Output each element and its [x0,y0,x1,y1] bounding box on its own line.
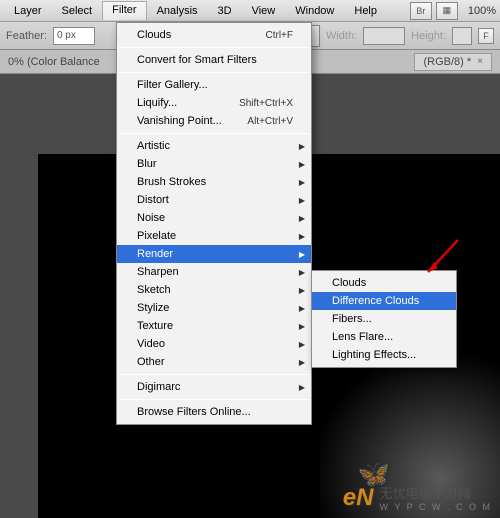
menu-view[interactable]: View [242,2,286,20]
sub-label: Clouds [332,277,438,289]
last-filter-shortcut: Ctrl+F [266,30,294,41]
zoom-level[interactable]: 100% [468,5,496,17]
convert-label: Convert for Smart Filters [137,54,293,66]
width-label: Width: [326,30,357,42]
menu-sketch[interactable]: Sketch [117,281,311,299]
submenu-lighting-effects[interactable]: Lighting Effects... [312,346,456,364]
menu-texture[interactable]: Texture [117,317,311,335]
watermark-url: W Y P C W . C O M [379,502,492,512]
bridge-icon[interactable]: Br [410,2,432,20]
menu-liquify[interactable]: Liquify... Shift+Ctrl+X [117,94,311,112]
group-label: Sharpen [137,266,293,278]
menu-separator [119,374,309,375]
menu-vanishing-point[interactable]: Vanishing Point... Alt+Ctrl+V [117,112,311,130]
group-label: Distort [137,194,293,206]
menu-render[interactable]: Render [117,245,311,263]
menu-blur[interactable]: Blur [117,155,311,173]
feather-label: Feather: [6,30,47,42]
menu-sharpen[interactable]: Sharpen [117,263,311,281]
watermark-logo: eN [343,484,374,512]
height-input [452,27,472,45]
vanishing-label: Vanishing Point... [137,115,247,127]
group-label: Video [137,338,293,350]
watermark: eN 无忧电脑学习网 W Y P C W . C O M [343,483,492,512]
menu-browse-filters[interactable]: Browse Filters Online... [117,403,311,421]
menu-filter-gallery[interactable]: Filter Gallery... [117,76,311,94]
render-submenu: Clouds Difference Clouds Fibers... Lens … [311,270,457,368]
gallery-label: Filter Gallery... [137,79,293,91]
menu-last-filter[interactable]: Clouds Ctrl+F [117,26,311,44]
menu-help[interactable]: Help [344,2,387,20]
sub-label: Lens Flare... [332,331,438,343]
watermark-text: 无忧电脑学习网 [379,483,492,502]
sub-label: Lighting Effects... [332,349,438,361]
menu-analysis[interactable]: Analysis [147,2,208,20]
menu-select[interactable]: Select [52,2,103,20]
menu-distort[interactable]: Distort [117,191,311,209]
status-text: 0% (Color Balance [8,56,100,68]
tab-label: (RGB/8) * [423,56,471,68]
document-tab[interactable]: (RGB/8) * × [414,53,492,71]
group-label: Render [137,248,293,260]
width-input [363,27,405,45]
menu-convert-smart[interactable]: Convert for Smart Filters [117,51,311,69]
sub-label: Difference Clouds [332,295,438,307]
menu-pixelate[interactable]: Pixelate [117,227,311,245]
menu-window[interactable]: Window [285,2,344,20]
group-label: Artistic [137,140,293,152]
group-label: Pixelate [137,230,293,242]
menu-video[interactable]: Video [117,335,311,353]
feather-input[interactable]: 0 px [53,27,95,45]
submenu-fibers[interactable]: Fibers... [312,310,456,328]
group-label: Stylize [137,302,293,314]
menu-other[interactable]: Other [117,353,311,371]
menu-brush-strokes[interactable]: Brush Strokes [117,173,311,191]
menu-3d[interactable]: 3D [208,2,242,20]
group-label: Texture [137,320,293,332]
group-label: Other [137,356,293,368]
browse-label: Browse Filters Online... [137,406,293,418]
group-label: Blur [137,158,293,170]
digimarc-label: Digimarc [137,381,293,393]
menu-noise[interactable]: Noise [117,209,311,227]
menu-separator [119,399,309,400]
menu-separator [119,133,309,134]
group-label: Brush Strokes [137,176,293,188]
sub-label: Fibers... [332,313,438,325]
menu-separator [119,72,309,73]
arrange-icon[interactable]: ▦ [436,2,458,20]
liquify-label: Liquify... [137,97,239,109]
filter-menu-dropdown: Clouds Ctrl+F Convert for Smart Filters … [116,22,312,425]
submenu-clouds[interactable]: Clouds [312,274,456,292]
group-label: Sketch [137,284,293,296]
menu-stylize[interactable]: Stylize [117,299,311,317]
group-label: Noise [137,212,293,224]
close-icon[interactable]: × [477,56,483,67]
submenu-difference-clouds[interactable]: Difference Clouds [312,292,456,310]
f-button[interactable]: F [478,28,494,44]
menu-digimarc[interactable]: Digimarc [117,378,311,396]
menu-bar: Layer Select Filter Analysis 3D View Win… [0,0,500,22]
menu-filter[interactable]: Filter [102,1,146,20]
liquify-shortcut: Shift+Ctrl+X [239,98,293,109]
vanishing-shortcut: Alt+Ctrl+V [247,116,293,127]
menu-artistic[interactable]: Artistic [117,137,311,155]
menu-separator [119,47,309,48]
height-label: Height: [411,30,446,42]
last-filter-label: Clouds [137,29,266,41]
submenu-lens-flare[interactable]: Lens Flare... [312,328,456,346]
menu-layer[interactable]: Layer [4,2,52,20]
